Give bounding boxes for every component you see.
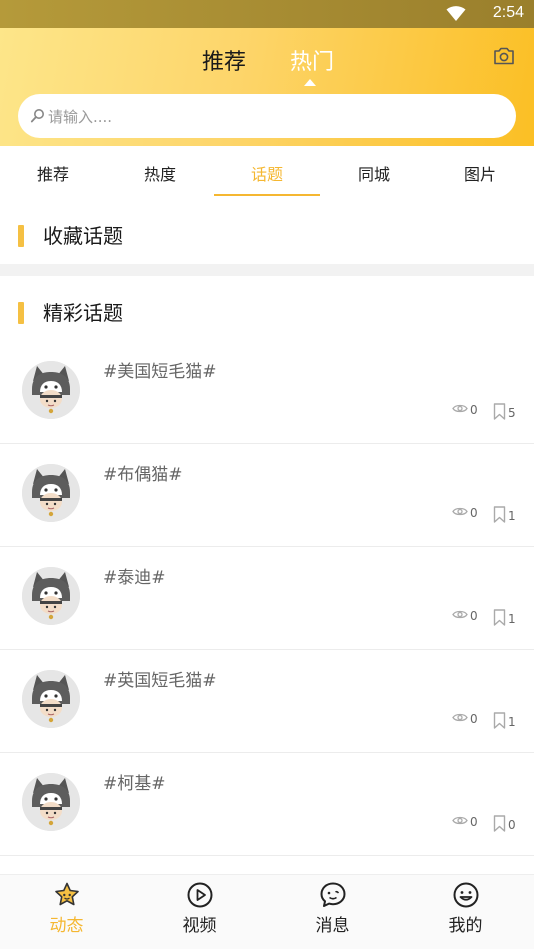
star-face-icon [54,882,79,906]
view-count: 0 [452,815,478,829]
bookmark-icon [493,712,508,732]
search-placeholder: 请输入.... [48,108,113,126]
header-banner: 2:54 推荐 热门 请输入.... [0,0,534,146]
view-count-value: 0 [470,712,478,726]
nav-feed[interactable]: 动态 [0,881,133,936]
chat-bubble-icon [320,882,345,907]
subtab-images[interactable]: 图片 [427,161,533,185]
view-count: 0 [452,403,478,417]
bottom-nav: 动态 视频 消息 我的 [0,874,534,949]
avatar [22,670,80,728]
section-featured: 精彩话题 [18,300,123,326]
bookmark-count-value: 5 [508,406,516,420]
view-count-value: 0 [470,403,478,417]
bookmark-count-value: 0 [508,818,516,832]
eye-icon [452,609,470,623]
section-favorites: 收藏话题 [18,223,123,249]
view-count: 0 [452,609,478,623]
bookmark-icon [493,506,508,526]
section-favorites-title: 收藏话题 [43,224,123,248]
nav-messages-label: 消息 [315,916,350,936]
subtab-topics[interactable]: 话题 [214,161,320,185]
section-marker [18,302,24,324]
bookmark-count[interactable]: 1 [493,712,516,732]
bookmark-count[interactable]: 1 [493,506,516,526]
nav-video-label: 视频 [182,916,217,936]
eye-icon [452,815,470,829]
sub-tab-bar: 推荐 热度 话题 同城 图片 [0,146,534,196]
eye-icon [452,506,470,520]
tab-recommend[interactable]: 推荐 [202,44,246,76]
view-count-value: 0 [470,815,478,829]
topic-name: #美国短毛猫# [103,362,217,382]
bookmark-count[interactable]: 1 [493,609,516,629]
nav-video[interactable]: 视频 [133,881,266,936]
subtab-recommend[interactable]: 推荐 [0,161,106,185]
nav-profile-label: 我的 [448,916,483,936]
search-input[interactable]: 请输入.... [18,94,516,138]
camera-icon[interactable] [493,47,515,65]
topic-name: #英国短毛猫# [103,671,217,691]
section-divider [0,264,534,276]
section-marker [18,225,24,247]
topic-row[interactable]: #泰迪# 0 1 [0,547,534,650]
section-featured-title: 精彩话题 [43,301,123,325]
avatar [22,773,80,831]
topic-row[interactable]: #英国短毛猫# 0 1 [0,650,534,753]
eye-icon [452,712,470,726]
bookmark-icon [493,403,508,423]
nav-messages[interactable]: 消息 [266,881,399,936]
bookmark-count-value: 1 [508,715,516,729]
subtab-active-underline [214,194,320,196]
smile-face-icon [453,882,478,908]
bookmark-count[interactable]: 5 [493,403,516,423]
view-count: 0 [452,506,478,520]
topic-row[interactable]: #布偶猫# 0 1 [0,444,534,547]
bookmark-count-value: 1 [508,509,516,523]
bookmark-count-value: 1 [508,612,516,626]
subtab-popularity[interactable]: 热度 [107,161,213,185]
topic-row[interactable]: #柯基# 0 0 [0,753,534,856]
wifi-icon [446,6,466,21]
bookmark-icon [493,609,508,629]
search-icon [30,109,44,123]
subtab-local[interactable]: 同城 [321,161,427,185]
nav-profile[interactable]: 我的 [399,881,532,936]
nav-feed-label: 动态 [49,916,84,936]
status-bar: 2:54 [0,0,534,28]
play-circle-icon [187,882,212,908]
avatar [22,567,80,625]
status-time: 2:54 [492,4,524,21]
bookmark-icon [493,815,508,835]
topic-name: #布偶猫# [103,465,183,485]
tab-hot[interactable]: 热门 [290,44,334,76]
active-tab-indicator [304,79,316,86]
avatar [22,361,80,419]
bookmark-count[interactable]: 0 [493,815,516,835]
eye-icon [452,403,470,417]
topic-name: #柯基# [103,774,166,794]
view-count-value: 0 [470,609,478,623]
topic-row[interactable]: #美国短毛猫# 0 5 [0,341,534,444]
topic-name: #泰迪# [103,568,166,588]
view-count-value: 0 [470,506,478,520]
avatar [22,464,80,522]
view-count: 0 [452,712,478,726]
